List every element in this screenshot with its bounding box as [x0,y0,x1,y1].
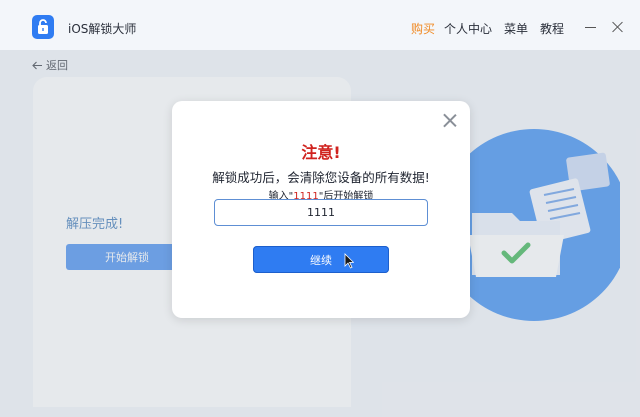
title-bar: iOS解锁大师 购买 个人中心 菜单 教程 [0,0,640,50]
app-window: iOS解锁大师 购买 个人中心 菜单 教程 返回 解压完成! 开始解锁 注意! … [0,0,640,417]
dialog-title: 注意! [301,143,341,162]
nav-menu[interactable]: 菜单 [504,20,528,37]
nav-buy[interactable]: 购买 [411,20,435,37]
minimize-button[interactable] [585,21,597,33]
mouse-cursor-icon [344,253,354,269]
continue-button[interactable]: 继续 [253,246,389,273]
nav-tutorial[interactable]: 教程 [540,20,564,37]
dialog-warning-text: 解锁成功后，会清除您设备的所有数据! [212,170,430,185]
app-logo-icon [32,15,54,39]
nav-user-center[interactable]: 个人中心 [444,20,492,37]
confirm-code-input[interactable] [214,199,428,226]
close-window-button[interactable] [612,21,624,33]
app-title: iOS解锁大师 [68,22,137,36]
dialog-close-button[interactable] [443,114,457,128]
